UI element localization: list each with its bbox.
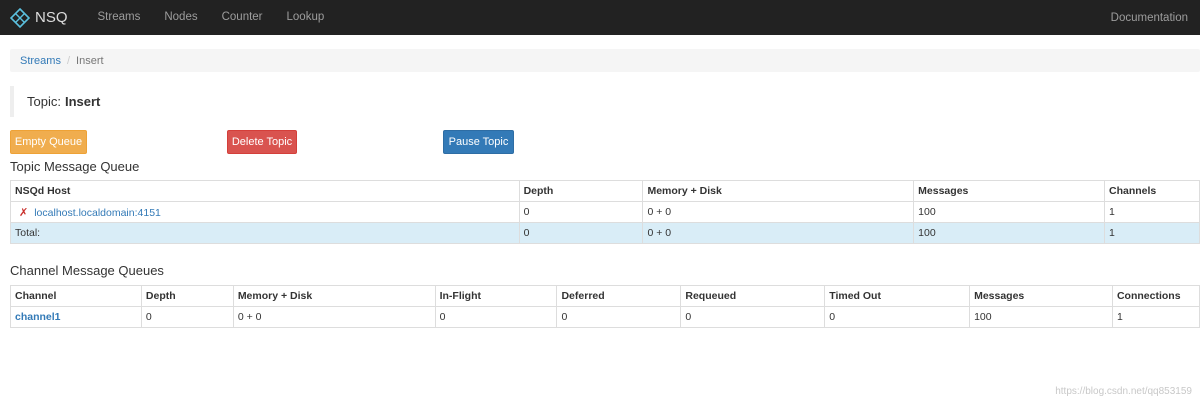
depth-cell: 0 [140, 306, 234, 328]
topic-heading: Topic: Insert [10, 86, 100, 117]
in-flight-cell: 0 [434, 306, 558, 328]
total-channels: 1 [1104, 222, 1200, 244]
table-header-row: Channel Depth Memory + Disk In-Flight De… [10, 285, 1200, 307]
nav-lookup[interactable]: Lookup [275, 0, 337, 35]
messages-cell: 100 [969, 306, 1113, 328]
col-header-channels: Channels [1104, 180, 1200, 202]
col-header-memory-disk: Memory + Disk [232, 285, 436, 307]
table-header-row: NSQd Host Depth Memory + Disk Messages C… [10, 180, 1200, 202]
delete-topic-button[interactable]: Delete Topic [227, 130, 297, 154]
topic-queue-title: Topic Message Queue [10, 159, 140, 174]
channel-cell: channel1 [10, 306, 142, 328]
breadcrumb: Streams / Insert [10, 49, 1200, 72]
empty-queue-button[interactable]: Empty Queue [10, 130, 87, 154]
table-row: channel1 0 0 + 0 0 0 0 0 100 1 [10, 306, 1200, 328]
total-row: Total: 0 0 + 0 100 1 [10, 222, 1200, 244]
col-header-memory-disk: Memory + Disk [642, 180, 915, 202]
col-header-nsqd-host: NSQd Host [10, 180, 520, 202]
topic-queue-table: NSQd Host Depth Memory + Disk Messages C… [10, 180, 1200, 244]
nav-counter[interactable]: Counter [210, 0, 275, 35]
host-link[interactable]: localhost.localdomain:4151 [34, 207, 161, 219]
nav-nodes[interactable]: Nodes [152, 0, 209, 35]
channels-cell: 1 [1104, 201, 1200, 223]
x-mark-icon[interactable]: ✗ [19, 207, 28, 219]
pause-topic-button[interactable]: Pause Topic [443, 130, 514, 154]
breadcrumb-separator: / [66, 54, 71, 67]
table-row: ✗ localhost.localdomain:4151 0 0 + 0 100 … [10, 201, 1200, 223]
breadcrumb-current: Insert [76, 54, 104, 67]
total-depth: 0 [518, 222, 644, 244]
brand[interactable]: NSQ [10, 7, 68, 28]
memory-disk-cell: 0 + 0 [232, 306, 436, 328]
nav-documentation[interactable]: Documentation [1111, 12, 1190, 24]
col-header-deferred: Deferred [556, 285, 682, 307]
memory-disk-cell: 0 + 0 [642, 201, 915, 223]
deferred-cell: 0 [556, 306, 682, 328]
channel-queues-title: Channel Message Queues [10, 263, 164, 278]
col-header-timed-out: Timed Out [824, 285, 971, 307]
connections-cell: 1 [1111, 306, 1200, 328]
total-messages: 100 [913, 222, 1105, 244]
channel-link[interactable]: channel1 [15, 311, 61, 323]
col-header-connections: Connections [1111, 285, 1200, 307]
watermark: https://blog.csdn.net/qq853159 [1055, 386, 1192, 397]
host-cell: ✗ localhost.localdomain:4151 [10, 201, 520, 223]
messages-cell: 100 [913, 201, 1105, 223]
requeued-cell: 0 [680, 306, 826, 328]
nav-streams[interactable]: Streams [86, 0, 153, 35]
total-label: Total: [10, 222, 520, 244]
col-header-depth: Depth [518, 180, 644, 202]
brand-name: NSQ [35, 9, 68, 26]
nsq-logo-icon [10, 7, 30, 28]
col-header-channel: Channel [10, 285, 142, 307]
breadcrumb-streams[interactable]: Streams [20, 55, 61, 67]
total-memory-disk: 0 + 0 [642, 222, 915, 244]
col-header-requeued: Requeued [680, 285, 826, 307]
depth-cell: 0 [518, 201, 644, 223]
col-header-in-flight: In-Flight [434, 285, 558, 307]
top-navbar: NSQ Streams Nodes Counter Lookup Documen… [0, 0, 1200, 35]
col-header-messages: Messages [913, 180, 1105, 202]
topic-name: Insert [64, 94, 101, 109]
topic-label: Topic: [27, 94, 61, 109]
col-header-depth: Depth [140, 285, 234, 307]
channel-queues-table: Channel Depth Memory + Disk In-Flight De… [10, 285, 1200, 328]
col-header-messages: Messages [969, 285, 1113, 307]
timed-out-cell: 0 [824, 306, 971, 328]
